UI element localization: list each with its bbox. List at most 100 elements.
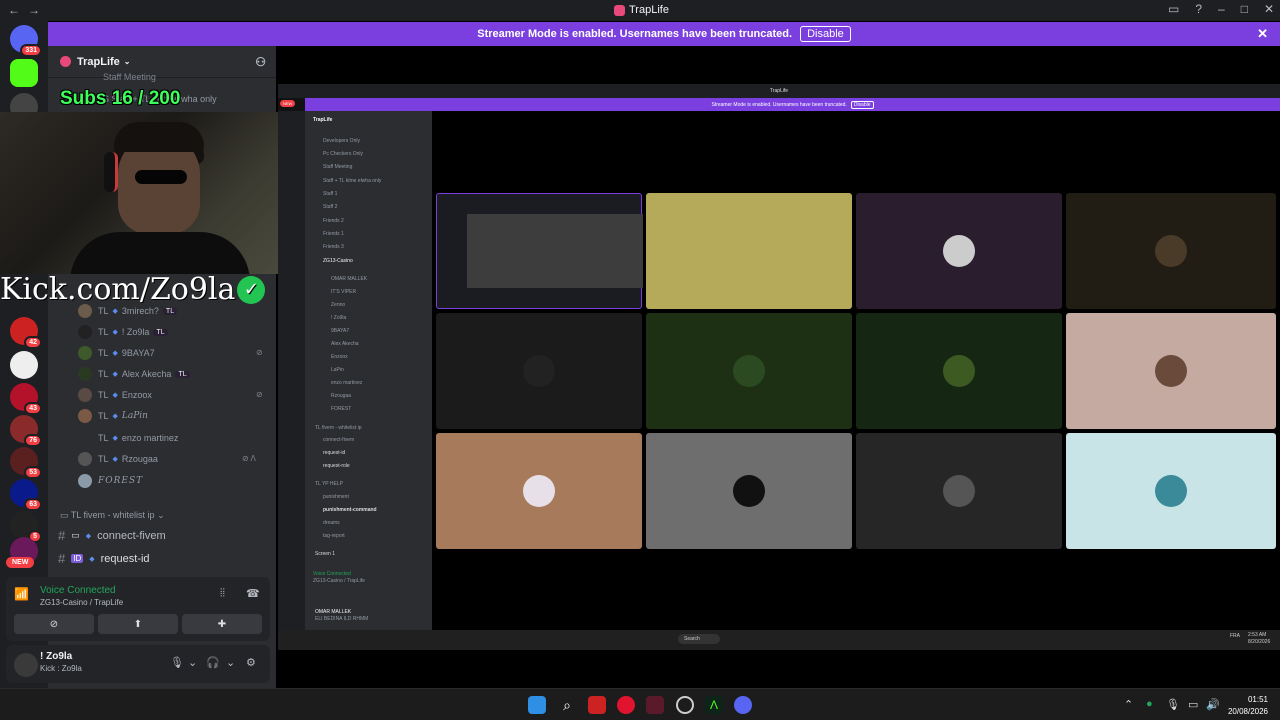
system-clock[interactable]: 01:51 20/08/2026 — [1228, 694, 1268, 718]
participant-tile — [1066, 193, 1276, 309]
nested-stream-thumbnail — [467, 214, 643, 288]
channel-request-id[interactable]: # ID ◆ request-id — [58, 551, 150, 566]
app-icon[interactable] — [646, 696, 664, 714]
faded-channel: Staff Meeting — [103, 72, 156, 82]
chevron-down-icon[interactable]: ⌄ — [226, 656, 235, 669]
avatar — [78, 346, 92, 360]
avatar — [943, 355, 975, 387]
headset — [104, 152, 118, 192]
maximize-button[interactable]: □ — [1241, 2, 1248, 16]
user-panel: ! Zo9la Kick : Zo9la 🎙 ⌄ 🎧 ⌄ ⚙ — [6, 645, 270, 683]
discord-icon[interactable] — [734, 696, 752, 714]
voicemeeter-icon[interactable] — [588, 696, 606, 714]
disconnect-icon[interactable]: ☎ — [246, 587, 260, 600]
direct-messages-icon[interactable]: 331 — [10, 25, 42, 57]
microphone-icon[interactable]: 🎙 — [170, 656, 184, 669]
close-button[interactable]: ✕ — [1264, 2, 1274, 16]
nested-titlebar: TrapLife — [278, 84, 1280, 98]
participant-tile — [436, 433, 642, 549]
avatar — [943, 475, 975, 507]
avatar — [78, 474, 92, 488]
server-icon[interactable]: 76 — [10, 415, 42, 447]
avatar — [1155, 355, 1187, 387]
participant-tile — [856, 433, 1062, 549]
role-dot-icon: ◆ — [112, 413, 118, 420]
traplife-server-icon[interactable] — [10, 351, 38, 379]
invite-icon[interactable]: ⚇ — [255, 55, 266, 69]
role-dot-icon: ◆ — [112, 456, 118, 463]
role-dot-icon: ◆ — [89, 555, 95, 563]
server-icon[interactable]: 53 — [10, 447, 42, 479]
voice-member[interactable]: FOREST — [78, 472, 143, 490]
participant-tile — [1066, 313, 1276, 429]
volume-icon[interactable]: 🔊 — [1206, 698, 1220, 711]
kick-app-icon[interactable]: Λ — [705, 696, 723, 714]
headphones-icon[interactable]: 🎧 — [206, 656, 220, 669]
noise-suppression-icon[interactable]: ⦙⦙ — [220, 587, 225, 600]
obs-icon[interactable] — [676, 696, 694, 714]
minimize-button[interactable]: – — [1218, 2, 1225, 16]
traplife-logo-icon — [614, 4, 625, 16]
avatar — [523, 355, 555, 387]
activities-button[interactable]: ✚ — [182, 614, 262, 634]
voice-connected-panel: 📶 Voice Connected ZG13-Casino / TrapLife… — [6, 577, 270, 641]
voice-member[interactable]: TL ◆ Enzoox — [78, 386, 152, 404]
id-icon: ID — [71, 554, 84, 563]
voice-member[interactable]: TL ◆ LaPin — [78, 407, 148, 425]
webcam-overlay — [0, 112, 288, 274]
search-icon[interactable]: ⌕ — [558, 696, 576, 714]
voice-member[interactable]: TL ◆ enzo martinez — [78, 429, 178, 447]
server-icon[interactable]: 42 — [10, 317, 42, 349]
tray-chevron-up-icon[interactable]: ⌃ — [1124, 698, 1133, 711]
voice-member[interactable]: TL ◆ ! Zo9la TL — [78, 323, 168, 341]
guild-header[interactable]: TrapLife ⌄ ⚇ — [48, 46, 276, 78]
network-icon[interactable]: ▭ — [1188, 698, 1198, 711]
participant-tile — [436, 313, 642, 429]
voice-member[interactable]: TL ◆ Rzougaa — [78, 450, 158, 468]
nested-server-list — [278, 111, 305, 630]
role-dot-icon: ◆ — [85, 532, 92, 540]
category-header[interactable]: ▭ TL fivem - whitelist ip ⌄ — [60, 510, 165, 521]
participant-tile — [646, 313, 852, 429]
server-icon[interactable]: 5 — [10, 511, 42, 543]
inbox-icon[interactable]: ▭ — [1168, 2, 1179, 16]
close-banner-icon[interactable]: ✕ — [1257, 26, 1268, 42]
server-icon[interactable]: 63 — [10, 479, 42, 511]
opera-icon[interactable] — [617, 696, 635, 714]
nested-taskbar: Search FRA 2:53 AM 8/20/2026 — [278, 630, 1280, 650]
kick-url-overlay: Kick.com/Zo9la ✓ — [0, 272, 266, 307]
streamer-hair — [114, 122, 204, 152]
voice-member[interactable]: TL ◆ 9BAYA7 — [78, 344, 155, 362]
settings-gear-icon[interactable]: ⚙ — [246, 656, 256, 669]
role-dot-icon: ◆ — [112, 392, 118, 399]
chevron-down-icon[interactable]: ⌄ — [188, 656, 197, 669]
new-servers-pill[interactable]: NEW — [6, 557, 35, 568]
voice-member[interactable]: TL ◆ Alex Akecha TL — [78, 365, 190, 383]
start-windows-icon[interactable] — [528, 696, 546, 714]
streamer-body — [70, 232, 250, 274]
avatar — [733, 475, 765, 507]
guild-icon — [60, 56, 71, 67]
server-icon[interactable]: 43 — [10, 383, 42, 415]
channel-connect-fivem[interactable]: # ▭ ◆ connect-fivem — [58, 528, 166, 543]
streamer-mode-banner: Streamer Mode is enabled. Usernames have… — [48, 22, 1280, 46]
microphone-tray-icon[interactable]: 🎙 — [1166, 698, 1180, 711]
screen-share-button[interactable]: ⬆ — [98, 614, 178, 634]
tray-app-icon[interactable]: ● — [1146, 698, 1153, 710]
participant-tile — [646, 433, 852, 549]
activities-icon: ✚ — [217, 618, 227, 630]
kick-server-icon[interactable] — [10, 59, 38, 87]
participant-tile — [1066, 433, 1276, 549]
window-titlebar: ←→ TrapLife ▭ ? – □ ✕ — [0, 0, 1280, 21]
avatar — [78, 452, 92, 466]
camera-toggle-button[interactable]: ⊘ — [14, 614, 94, 634]
avatar — [733, 355, 765, 387]
avatar — [523, 475, 555, 507]
role-dot-icon: ◆ — [112, 350, 118, 357]
avatar[interactable] — [14, 653, 38, 677]
help-icon[interactable]: ? — [1195, 2, 1202, 16]
disable-streamer-button[interactable]: Disable — [800, 26, 851, 42]
nav-arrows[interactable]: ←→ — [8, 3, 48, 17]
signal-icon[interactable]: 📶 — [14, 587, 29, 601]
window-title: TrapLife — [614, 4, 669, 16]
